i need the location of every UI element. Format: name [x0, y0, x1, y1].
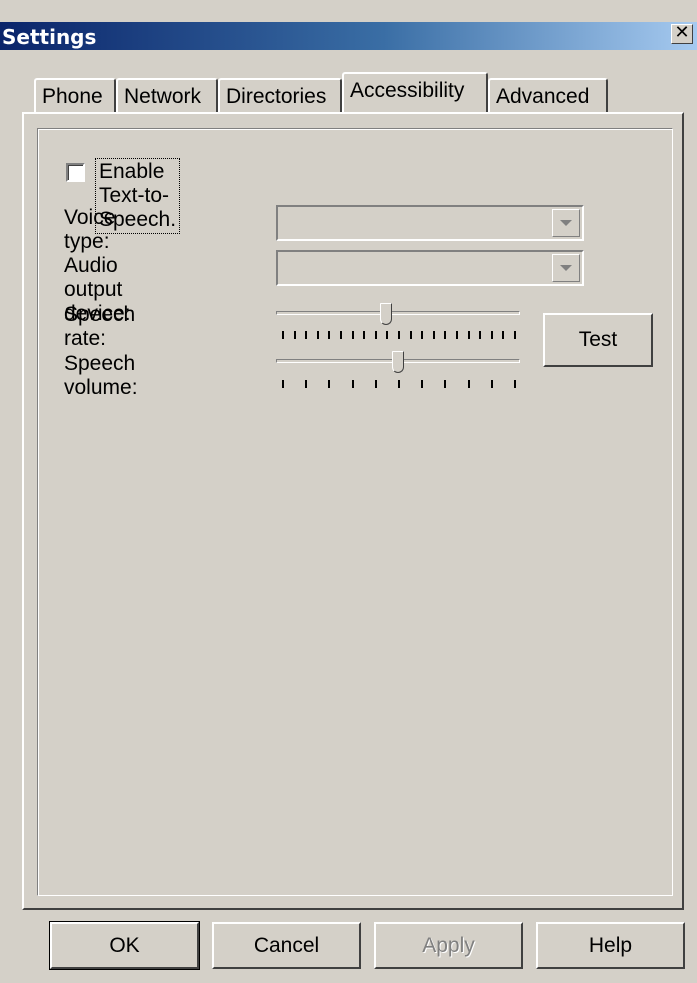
slider-tick [386, 331, 389, 339]
help-button[interactable]: Help [536, 922, 685, 969]
chevron-down-icon[interactable] [552, 209, 580, 237]
title-bar[interactable]: Settings ✕ [0, 22, 697, 50]
slider-tick [282, 331, 284, 339]
enable-tts-checkbox[interactable] [66, 163, 85, 182]
tab-label: Phone [42, 85, 103, 108]
slider-tick [490, 380, 493, 388]
cancel-button[interactable]: Cancel [212, 922, 361, 969]
slider-tick [363, 331, 366, 339]
slider-tick [444, 331, 447, 339]
tab-label: Advanced [496, 85, 590, 108]
slider-tick [293, 331, 296, 339]
slider-tick [316, 331, 319, 339]
slider-tick [421, 380, 424, 388]
close-button[interactable]: ✕ [671, 24, 693, 44]
tab-advanced[interactable]: Advanced [488, 78, 608, 112]
slider-tick [351, 331, 354, 339]
close-icon: ✕ [674, 22, 690, 43]
slider-tick [374, 331, 377, 339]
tab-accessibility[interactable]: Accessibility [342, 72, 488, 112]
slider-tick [305, 331, 308, 339]
slider-tick [479, 331, 482, 339]
ok-button[interactable]: OK [49, 921, 200, 970]
slider-tick [514, 331, 516, 339]
tab-network[interactable]: Network [116, 78, 218, 112]
voice-type-dropdown[interactable] [276, 205, 584, 241]
slider-tick [467, 380, 470, 388]
slider-tick [421, 331, 424, 339]
slider-tick [502, 331, 505, 339]
slider-tick [340, 331, 342, 339]
slider-tick [398, 380, 400, 388]
slider-tick [398, 331, 400, 339]
speech-volume-label: Speech volume: [64, 352, 138, 399]
slider-tick [409, 331, 412, 339]
slider-tick [282, 380, 284, 388]
slider-tick [328, 331, 331, 339]
speech-rate-thumb[interactable] [380, 303, 393, 325]
tab-phone[interactable]: Phone [34, 78, 116, 112]
slider-tick [514, 380, 516, 388]
slider-tick [374, 380, 377, 388]
tab-directories[interactable]: Directories [218, 78, 342, 112]
test-button[interactable]: Test [543, 313, 653, 367]
slider-tick [456, 331, 458, 339]
slider-tick [490, 331, 493, 339]
tab-label: Network [124, 85, 202, 108]
speech-rate-track[interactable] [276, 311, 520, 315]
tab-label: Accessibility [350, 79, 465, 102]
speech-volume-ticks [276, 380, 520, 388]
slider-tick [444, 380, 447, 388]
panel-group-box [37, 128, 673, 896]
slider-tick [351, 380, 354, 388]
audio-output-device-dropdown[interactable] [276, 250, 584, 286]
window-title: Settings [2, 25, 97, 49]
voice-type-label: Voice type: [64, 206, 116, 253]
speech-rate-label: Speech rate: [64, 303, 136, 350]
slider-tick [328, 380, 331, 388]
speech-volume-thumb[interactable] [392, 351, 404, 373]
settings-dialog: Settings ✕ Phone Network Directories Acc… [0, 0, 697, 983]
tab-label: Directories [226, 85, 327, 108]
chevron-down-icon[interactable] [552, 254, 580, 282]
slider-tick [432, 331, 435, 339]
speech-rate-ticks [276, 331, 520, 339]
slider-tick [305, 380, 308, 388]
apply-button[interactable]: Apply [374, 922, 523, 969]
slider-tick [467, 331, 470, 339]
